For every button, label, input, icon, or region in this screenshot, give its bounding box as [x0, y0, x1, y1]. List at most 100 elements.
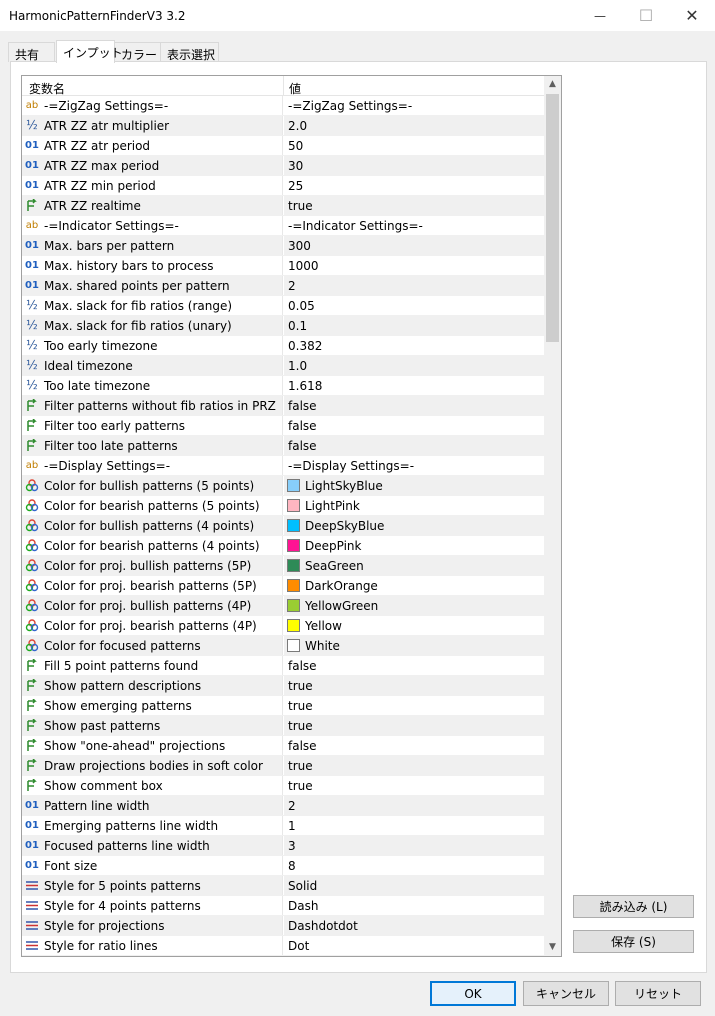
table-row[interactable]: Fill 5 point patterns found false	[22, 656, 546, 676]
value-cell[interactable]: 30	[284, 156, 546, 175]
scroll-down-arrow-icon[interactable]: ▼	[544, 939, 561, 956]
table-row[interactable]: Color for bullish patterns (4 points) Dee…	[22, 516, 546, 536]
variable-cell[interactable]: 01 Max. history bars to process	[22, 256, 283, 275]
variable-cell[interactable]: Color for bullish patterns (5 points)	[22, 476, 283, 495]
save-button[interactable]: 保存 (S)	[573, 930, 694, 953]
value-cell[interactable]: true	[284, 196, 546, 215]
value-cell[interactable]: DeepSkyBlue	[284, 516, 546, 535]
value-cell[interactable]: true	[284, 676, 546, 695]
variable-cell[interactable]: ATR ZZ realtime	[22, 196, 283, 215]
variable-cell[interactable]: 01 Max. shared points per pattern	[22, 276, 283, 295]
value-cell[interactable]: LightSkyBlue	[284, 476, 546, 495]
value-cell[interactable]: LightPink	[284, 496, 546, 515]
variable-cell[interactable]: ½ Too late timezone	[22, 376, 283, 395]
table-row[interactable]: Color for bearish patterns (5 points) Lig…	[22, 496, 546, 516]
variable-cell[interactable]: ½ Too early timezone	[22, 336, 283, 355]
value-cell[interactable]: YellowGreen	[284, 596, 546, 615]
value-cell[interactable]: Dashdotdot	[284, 916, 546, 935]
table-row[interactable]: Style for 4 points patterns Dash	[22, 896, 546, 916]
value-cell[interactable]: 300	[284, 236, 546, 255]
value-cell[interactable]: -=ZigZag Settings=-	[284, 96, 546, 115]
variable-cell[interactable]: Color for focused patterns	[22, 636, 283, 655]
table-row[interactable]: Color for proj. bearish patterns (4P) Yel…	[22, 616, 546, 636]
vertical-scrollbar[interactable]: ▲ ▼	[544, 76, 561, 956]
table-row[interactable]: Color for bullish patterns (5 points) Lig…	[22, 476, 546, 496]
variable-cell[interactable]: Style for ratio lines	[22, 936, 283, 955]
table-row[interactable]: Style for ratio lines Dot	[22, 936, 546, 956]
tab-inputs[interactable]: インプット	[56, 40, 123, 63]
table-row[interactable]: Show "one-ahead" projections false	[22, 736, 546, 756]
variable-cell[interactable]: Filter patterns without fib ratios in PR…	[22, 396, 283, 415]
variable-cell[interactable]: 01 ATR ZZ max period	[22, 156, 283, 175]
table-row[interactable]: Style for projections Dashdotdot	[22, 916, 546, 936]
table-row[interactable]: ½ Max. slack for fib ratios (unary) 0.1	[22, 316, 546, 336]
variable-cell[interactable]: ½ Max. slack for fib ratios (range)	[22, 296, 283, 315]
variable-cell[interactable]: Draw projections bodies in soft color	[22, 756, 283, 775]
table-row[interactable]: Color for bearish patterns (4 points) Dee…	[22, 536, 546, 556]
variable-cell[interactable]: ab -=Indicator Settings=-	[22, 216, 283, 235]
value-cell[interactable]: White	[284, 636, 546, 655]
variable-cell[interactable]: ab -=ZigZag Settings=-	[22, 96, 283, 115]
variable-cell[interactable]: 01 Max. bars per pattern	[22, 236, 283, 255]
table-row[interactable]: Style for 5 points patterns Solid	[22, 876, 546, 896]
value-cell[interactable]: 25	[284, 176, 546, 195]
variable-cell[interactable]: Filter too early patterns	[22, 416, 283, 435]
ok-button[interactable]: OK	[430, 981, 516, 1006]
minimize-button[interactable]: —	[577, 0, 623, 31]
value-cell[interactable]: 0.382	[284, 336, 546, 355]
value-cell[interactable]: 1.618	[284, 376, 546, 395]
table-row[interactable]: ab -=Indicator Settings=- -=Indicator Sett…	[22, 216, 546, 236]
value-cell[interactable]: SeaGreen	[284, 556, 546, 575]
value-cell[interactable]: true	[284, 716, 546, 735]
variable-cell[interactable]: Color for proj. bullish patterns (5P)	[22, 556, 283, 575]
variable-cell[interactable]: Show pattern descriptions	[22, 676, 283, 695]
reset-button[interactable]: リセット	[615, 981, 701, 1006]
column-divider[interactable]	[283, 76, 284, 96]
table-row[interactable]: ½ Too early timezone 0.382	[22, 336, 546, 356]
value-cell[interactable]: -=Display Settings=-	[284, 456, 546, 475]
variable-cell[interactable]: 01 Emerging patterns line width	[22, 816, 283, 835]
variable-cell[interactable]: Color for proj. bullish patterns (4P)	[22, 596, 283, 615]
variable-cell[interactable]: ½ ATR ZZ atr multiplier	[22, 116, 283, 135]
value-cell[interactable]: 50	[284, 136, 546, 155]
scroll-up-arrow-icon[interactable]: ▲	[544, 76, 561, 93]
variable-cell[interactable]: Fill 5 point patterns found	[22, 656, 283, 675]
table-row[interactable]: Filter patterns without fib ratios in PR…	[22, 396, 546, 416]
value-cell[interactable]: 2.0	[284, 116, 546, 135]
cancel-button[interactable]: キャンセル	[523, 981, 609, 1006]
table-row[interactable]: 01 Focused patterns line width 3	[22, 836, 546, 856]
value-cell[interactable]: false	[284, 436, 546, 455]
value-cell[interactable]: 1	[284, 816, 546, 835]
table-row[interactable]: 01 Pattern line width 2	[22, 796, 546, 816]
table-row[interactable]: ATR ZZ realtime true	[22, 196, 546, 216]
load-button[interactable]: 読み込み (L)	[573, 895, 694, 918]
variable-cell[interactable]: Show "one-ahead" projections	[22, 736, 283, 755]
table-row[interactable]: ½ Max. slack for fib ratios (range) 0.05	[22, 296, 546, 316]
value-cell[interactable]: DeepPink	[284, 536, 546, 555]
value-cell[interactable]: true	[284, 696, 546, 715]
column-header-variable[interactable]: 変数名	[29, 80, 65, 97]
value-cell[interactable]: -=Indicator Settings=-	[284, 216, 546, 235]
variable-cell[interactable]: Style for 5 points patterns	[22, 876, 283, 895]
variable-cell[interactable]: Style for 4 points patterns	[22, 896, 283, 915]
table-row[interactable]: 01 ATR ZZ max period 30	[22, 156, 546, 176]
table-row[interactable]: 01 Font size 8	[22, 856, 546, 876]
value-cell[interactable]: 0.05	[284, 296, 546, 315]
value-cell[interactable]: Yellow	[284, 616, 546, 635]
table-row[interactable]: 01 ATR ZZ min period 25	[22, 176, 546, 196]
value-cell[interactable]: 1000	[284, 256, 546, 275]
variable-cell[interactable]: 01 Focused patterns line width	[22, 836, 283, 855]
tab-common[interactable]: 共有	[8, 42, 55, 62]
column-header-value[interactable]: 値	[289, 80, 301, 97]
maximize-button[interactable]: ☐	[623, 0, 669, 31]
value-cell[interactable]: true	[284, 756, 546, 775]
variable-cell[interactable]: Filter too late patterns	[22, 436, 283, 455]
variable-cell[interactable]: Show comment box	[22, 776, 283, 795]
table-row[interactable]: Filter too early patterns false	[22, 416, 546, 436]
variable-cell[interactable]: Color for bearish patterns (4 points)	[22, 536, 283, 555]
table-row[interactable]: Filter too late patterns false	[22, 436, 546, 456]
value-cell[interactable]: false	[284, 736, 546, 755]
variable-cell[interactable]: Show emerging patterns	[22, 696, 283, 715]
table-row[interactable]: 01 Max. shared points per pattern 2	[22, 276, 546, 296]
table-row[interactable]: 01 Max. bars per pattern 300	[22, 236, 546, 256]
